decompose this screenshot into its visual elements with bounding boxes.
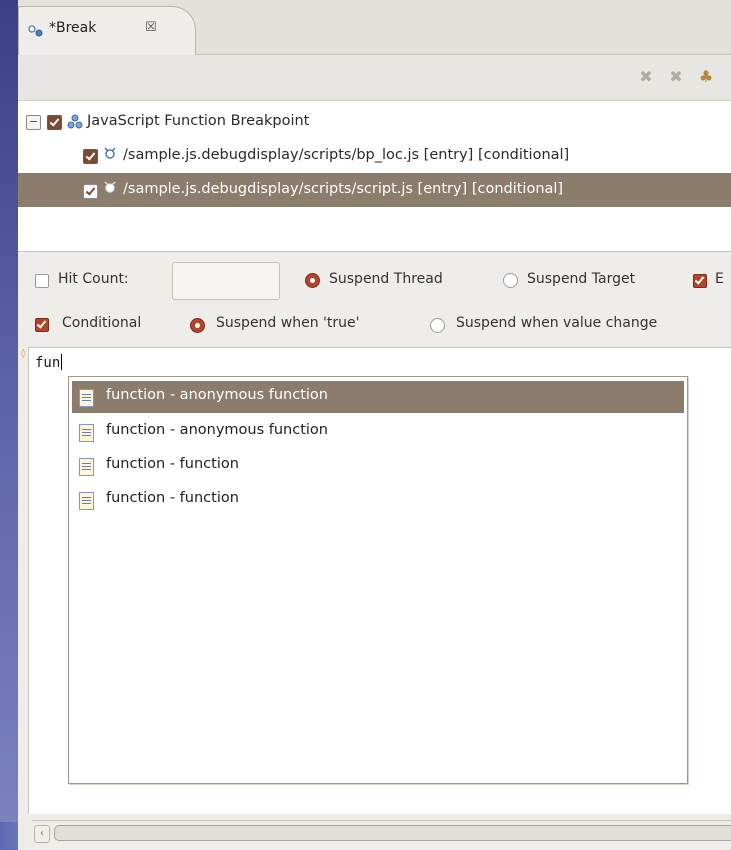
bp-loc-checkbox[interactable] bbox=[83, 149, 98, 164]
remove-all-icon[interactable]: ✖ bbox=[666, 67, 686, 87]
breakpoints-icon bbox=[28, 25, 43, 37]
suspend-target-radio[interactable] bbox=[503, 273, 518, 288]
template-icon bbox=[79, 458, 94, 476]
suspend-true-label: Suspend when 'true' bbox=[216, 315, 360, 331]
script-checkbox[interactable] bbox=[83, 184, 98, 199]
tab-title: *Break bbox=[49, 20, 97, 36]
proposal-item[interactable]: function - anonymous function bbox=[72, 381, 684, 413]
breakpoints-view: *Break ☒ ✖ ✖ ♣ − JavaScript Function Bre… bbox=[18, 0, 731, 850]
proposal-item[interactable]: function - function bbox=[72, 484, 684, 516]
remove-icon[interactable]: ✖ bbox=[636, 67, 656, 87]
root-checkbox[interactable] bbox=[47, 115, 62, 130]
enabled-label: E bbox=[715, 271, 724, 287]
tree-row-bp-loc[interactable]: /sample.js.debugdisplay/scripts/bp_loc.j… bbox=[18, 139, 731, 173]
warning-marker-icon: ◊ bbox=[21, 349, 26, 359]
tree-row-script[interactable]: /sample.js.debugdisplay/scripts/script.j… bbox=[18, 173, 731, 207]
view-toolbar: ✖ ✖ ♣ bbox=[18, 55, 731, 101]
hit-count-input[interactable] bbox=[172, 262, 280, 300]
close-icon[interactable]: ☒ bbox=[145, 20, 157, 35]
tree-root-label: JavaScript Function Breakpoint bbox=[87, 113, 310, 129]
desktop-background bbox=[0, 0, 18, 850]
text-caret bbox=[61, 354, 63, 370]
suspend-thread-label: Suspend Thread bbox=[329, 271, 443, 287]
suspend-change-label: Suspend when value change bbox=[456, 315, 658, 331]
proposal-label: function - anonymous function bbox=[106, 422, 328, 438]
suspend-true-radio[interactable] bbox=[190, 318, 205, 333]
template-icon bbox=[79, 389, 94, 407]
tree-item-label: /sample.js.debugdisplay/scripts/bp_loc.j… bbox=[123, 147, 570, 163]
link-icon[interactable]: ♣ bbox=[696, 67, 716, 87]
hit-count-checkbox[interactable] bbox=[35, 274, 49, 288]
tree-item-label: /sample.js.debugdisplay/scripts/script.j… bbox=[123, 181, 564, 197]
template-icon bbox=[79, 424, 94, 442]
proposal-label: function - function bbox=[106, 456, 239, 472]
collapse-icon[interactable]: − bbox=[26, 115, 41, 130]
breakpoint-group-icon bbox=[67, 114, 83, 129]
proposal-label: function - anonymous function bbox=[106, 387, 328, 403]
breakpoints-tree: − JavaScript Function Breakpoint /sample… bbox=[18, 101, 731, 252]
breakpoint-options: Hit Count: Suspend Thread Suspend Target… bbox=[18, 252, 731, 346]
conditional-checkbox[interactable] bbox=[35, 318, 49, 332]
editor-text: fun bbox=[35, 355, 61, 371]
conditional-label: Conditional bbox=[62, 315, 142, 331]
tab-breakpoints[interactable]: *Break ☒ bbox=[18, 6, 196, 55]
hit-count-label: Hit Count: bbox=[58, 271, 129, 287]
proposal-item[interactable]: function - function bbox=[72, 450, 684, 482]
proposal-item[interactable]: function - anonymous function bbox=[72, 416, 684, 448]
function-breakpoint-icon bbox=[104, 181, 116, 193]
horizontal-scrollbar[interactable]: ‹ bbox=[32, 820, 731, 845]
function-breakpoint-icon bbox=[104, 147, 116, 159]
suspend-change-radio[interactable] bbox=[430, 318, 445, 333]
suspend-target-label: Suspend Target bbox=[527, 271, 636, 287]
scroll-left-icon[interactable]: ‹ bbox=[34, 825, 50, 843]
template-icon bbox=[79, 492, 94, 510]
suspend-thread-radio[interactable] bbox=[305, 273, 320, 288]
proposal-label: function - function bbox=[106, 490, 239, 506]
tab-bar: *Break ☒ bbox=[18, 0, 731, 55]
tree-row-root[interactable]: − JavaScript Function Breakpoint bbox=[18, 105, 731, 139]
content-assist-popup: function - anonymous function function -… bbox=[68, 376, 688, 784]
scrollbar-thumb[interactable] bbox=[54, 825, 731, 841]
enabled-checkbox[interactable] bbox=[693, 274, 707, 288]
